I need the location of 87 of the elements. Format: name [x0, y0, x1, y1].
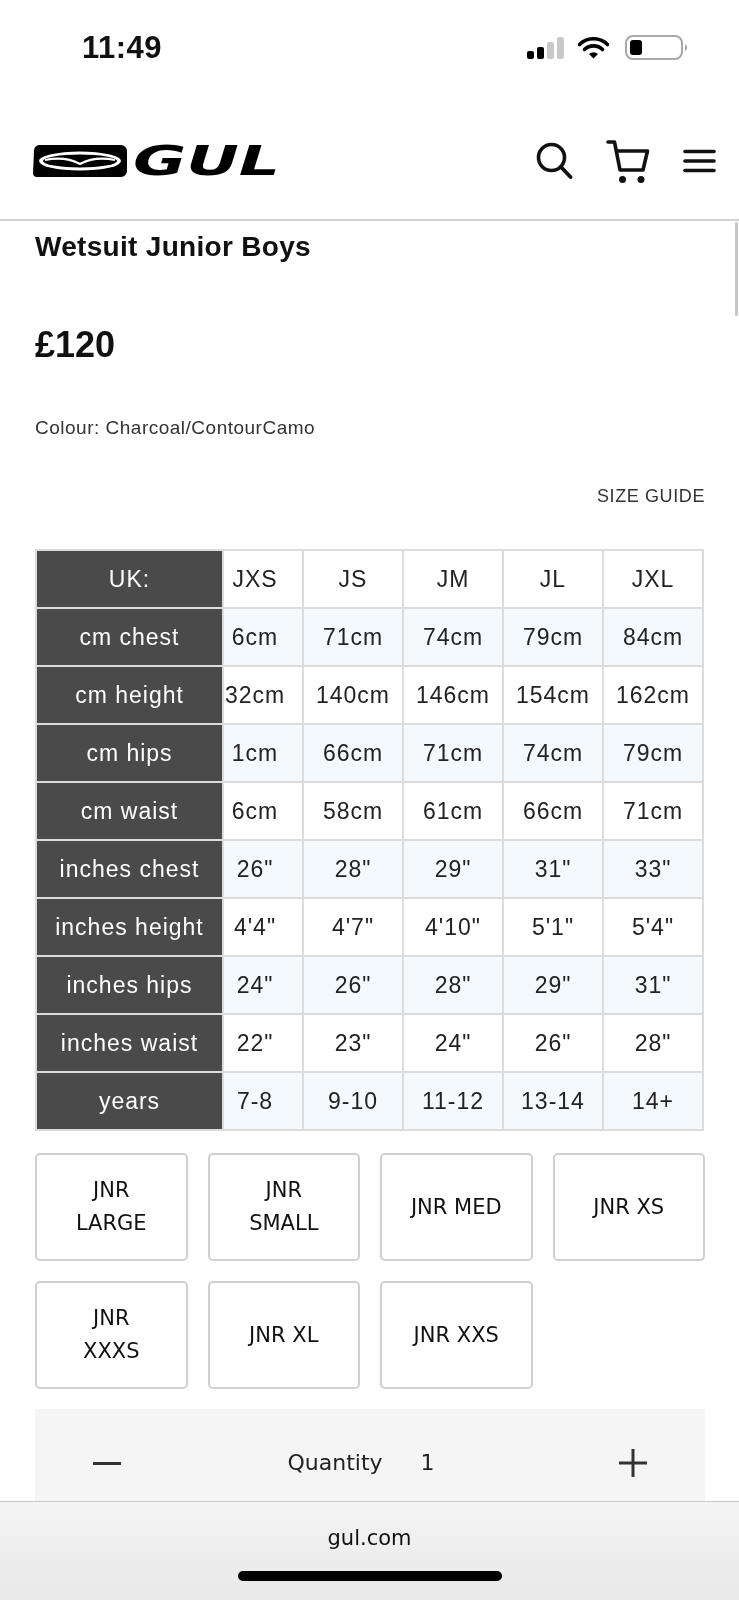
table-cell: 29": [404, 841, 502, 897]
table-cell: 66cm: [504, 783, 602, 839]
table-cell: 9-10: [304, 1073, 402, 1129]
row-header: inches waist: [37, 1015, 222, 1071]
table-cell: 71cm: [304, 609, 402, 665]
column-header: JXL: [604, 551, 702, 607]
logo-text[interactable]: GUL: [133, 141, 281, 181]
table-cell: 32cm: [224, 667, 302, 723]
table-cell: 26": [304, 957, 402, 1013]
column-header: JXS: [224, 551, 302, 607]
row-header: cm chest: [37, 609, 222, 665]
table-cell: 4'4": [224, 899, 302, 955]
table-cell: 28": [304, 841, 402, 897]
decrease-button[interactable]: [93, 1461, 121, 1465]
column-header: JS: [304, 551, 402, 607]
table-cell: 4'7": [304, 899, 402, 955]
table-cell: 24": [224, 957, 302, 1013]
search-icon[interactable]: [536, 142, 573, 180]
table-cell: 71cm: [404, 725, 502, 781]
row-header: UK:: [37, 551, 222, 607]
table-cell: 28": [604, 1015, 702, 1071]
table-cell: 79cm: [504, 609, 602, 665]
table-cell: 31": [504, 841, 602, 897]
status-time: 11:49: [82, 29, 163, 66]
size-guide-link[interactable]: SIZE GUIDE: [597, 485, 705, 507]
size-button[interactable]: JNR XL: [207, 1281, 360, 1389]
increase-button[interactable]: [619, 1449, 647, 1477]
table-cell: 146cm: [404, 667, 502, 723]
size-button[interactable]: JNR XXXS: [35, 1281, 188, 1389]
row-header: years: [37, 1073, 222, 1129]
table-cell: 29": [504, 957, 602, 1013]
table-cell: 66cm: [304, 725, 402, 781]
size-button[interactable]: JNR XXS: [380, 1281, 533, 1389]
table-cell: 71cm: [604, 783, 702, 839]
table-cell: 74cm: [504, 725, 602, 781]
row-header: cm waist: [37, 783, 222, 839]
column-header: JL: [504, 551, 602, 607]
row-header: cm hips: [37, 725, 222, 781]
table-cell: 14+: [604, 1073, 702, 1129]
signal-icon: [527, 36, 564, 59]
quantity-value: 1: [420, 1449, 435, 1477]
table-cell: 31": [604, 957, 702, 1013]
table-cell: 26": [224, 841, 302, 897]
table-cell: 13-14: [504, 1073, 602, 1129]
column-header: JM: [404, 551, 502, 607]
table-cell: 74cm: [404, 609, 502, 665]
row-header: cm height: [37, 667, 222, 723]
table-cell: 28": [404, 957, 502, 1013]
row-header: inches chest: [37, 841, 222, 897]
quantity-label: Quantity: [287, 1449, 383, 1477]
row-header: inches hips: [37, 957, 222, 1013]
table-cell: 154cm: [504, 667, 602, 723]
size-button[interactable]: JNR XS: [552, 1153, 705, 1261]
table-cell: 6cm: [224, 609, 302, 665]
url-label[interactable]: gul.com: [327, 1525, 412, 1551]
table-cell: 5'1": [504, 899, 602, 955]
table-cell: 140cm: [304, 667, 402, 723]
wifi-icon: [578, 36, 609, 59]
colour-label: Colour: Charcoal/ContourCamo: [35, 416, 317, 440]
table-cell: 22": [224, 1015, 302, 1071]
table-cell: 33": [604, 841, 702, 897]
table-cell: 4'10": [404, 899, 502, 955]
table-cell: 61cm: [404, 783, 502, 839]
size-button[interactable]: JNR SMALL: [207, 1153, 360, 1261]
table-cell: 58cm: [304, 783, 402, 839]
table-cell: 26": [504, 1015, 602, 1071]
table-cell: 162cm: [604, 667, 702, 723]
cart-icon[interactable]: [606, 138, 650, 184]
table-cell: 24": [404, 1015, 502, 1071]
table-cell: 1cm: [224, 725, 302, 781]
product-title: Wetsuit Junior Boys: [35, 230, 312, 264]
plus-icon: [619, 1449, 647, 1477]
row-header: inches height: [37, 899, 222, 955]
logo-icon[interactable]: [33, 145, 127, 177]
size-button[interactable]: JNR LARGE: [35, 1153, 188, 1261]
table-cell: 11-12: [404, 1073, 502, 1129]
table-cell: 23": [304, 1015, 402, 1071]
product-price: £120: [35, 324, 117, 366]
table-cell: 5'4": [604, 899, 702, 955]
table-cell: 84cm: [604, 609, 702, 665]
table-cell: 6cm: [224, 783, 302, 839]
minus-icon: [93, 1461, 121, 1465]
size-button[interactable]: JNR MED: [380, 1153, 533, 1261]
table-cell: 7-8: [224, 1073, 302, 1129]
table-cell: 79cm: [604, 725, 702, 781]
battery-icon: [625, 35, 689, 60]
menu-icon[interactable]: [683, 149, 716, 173]
